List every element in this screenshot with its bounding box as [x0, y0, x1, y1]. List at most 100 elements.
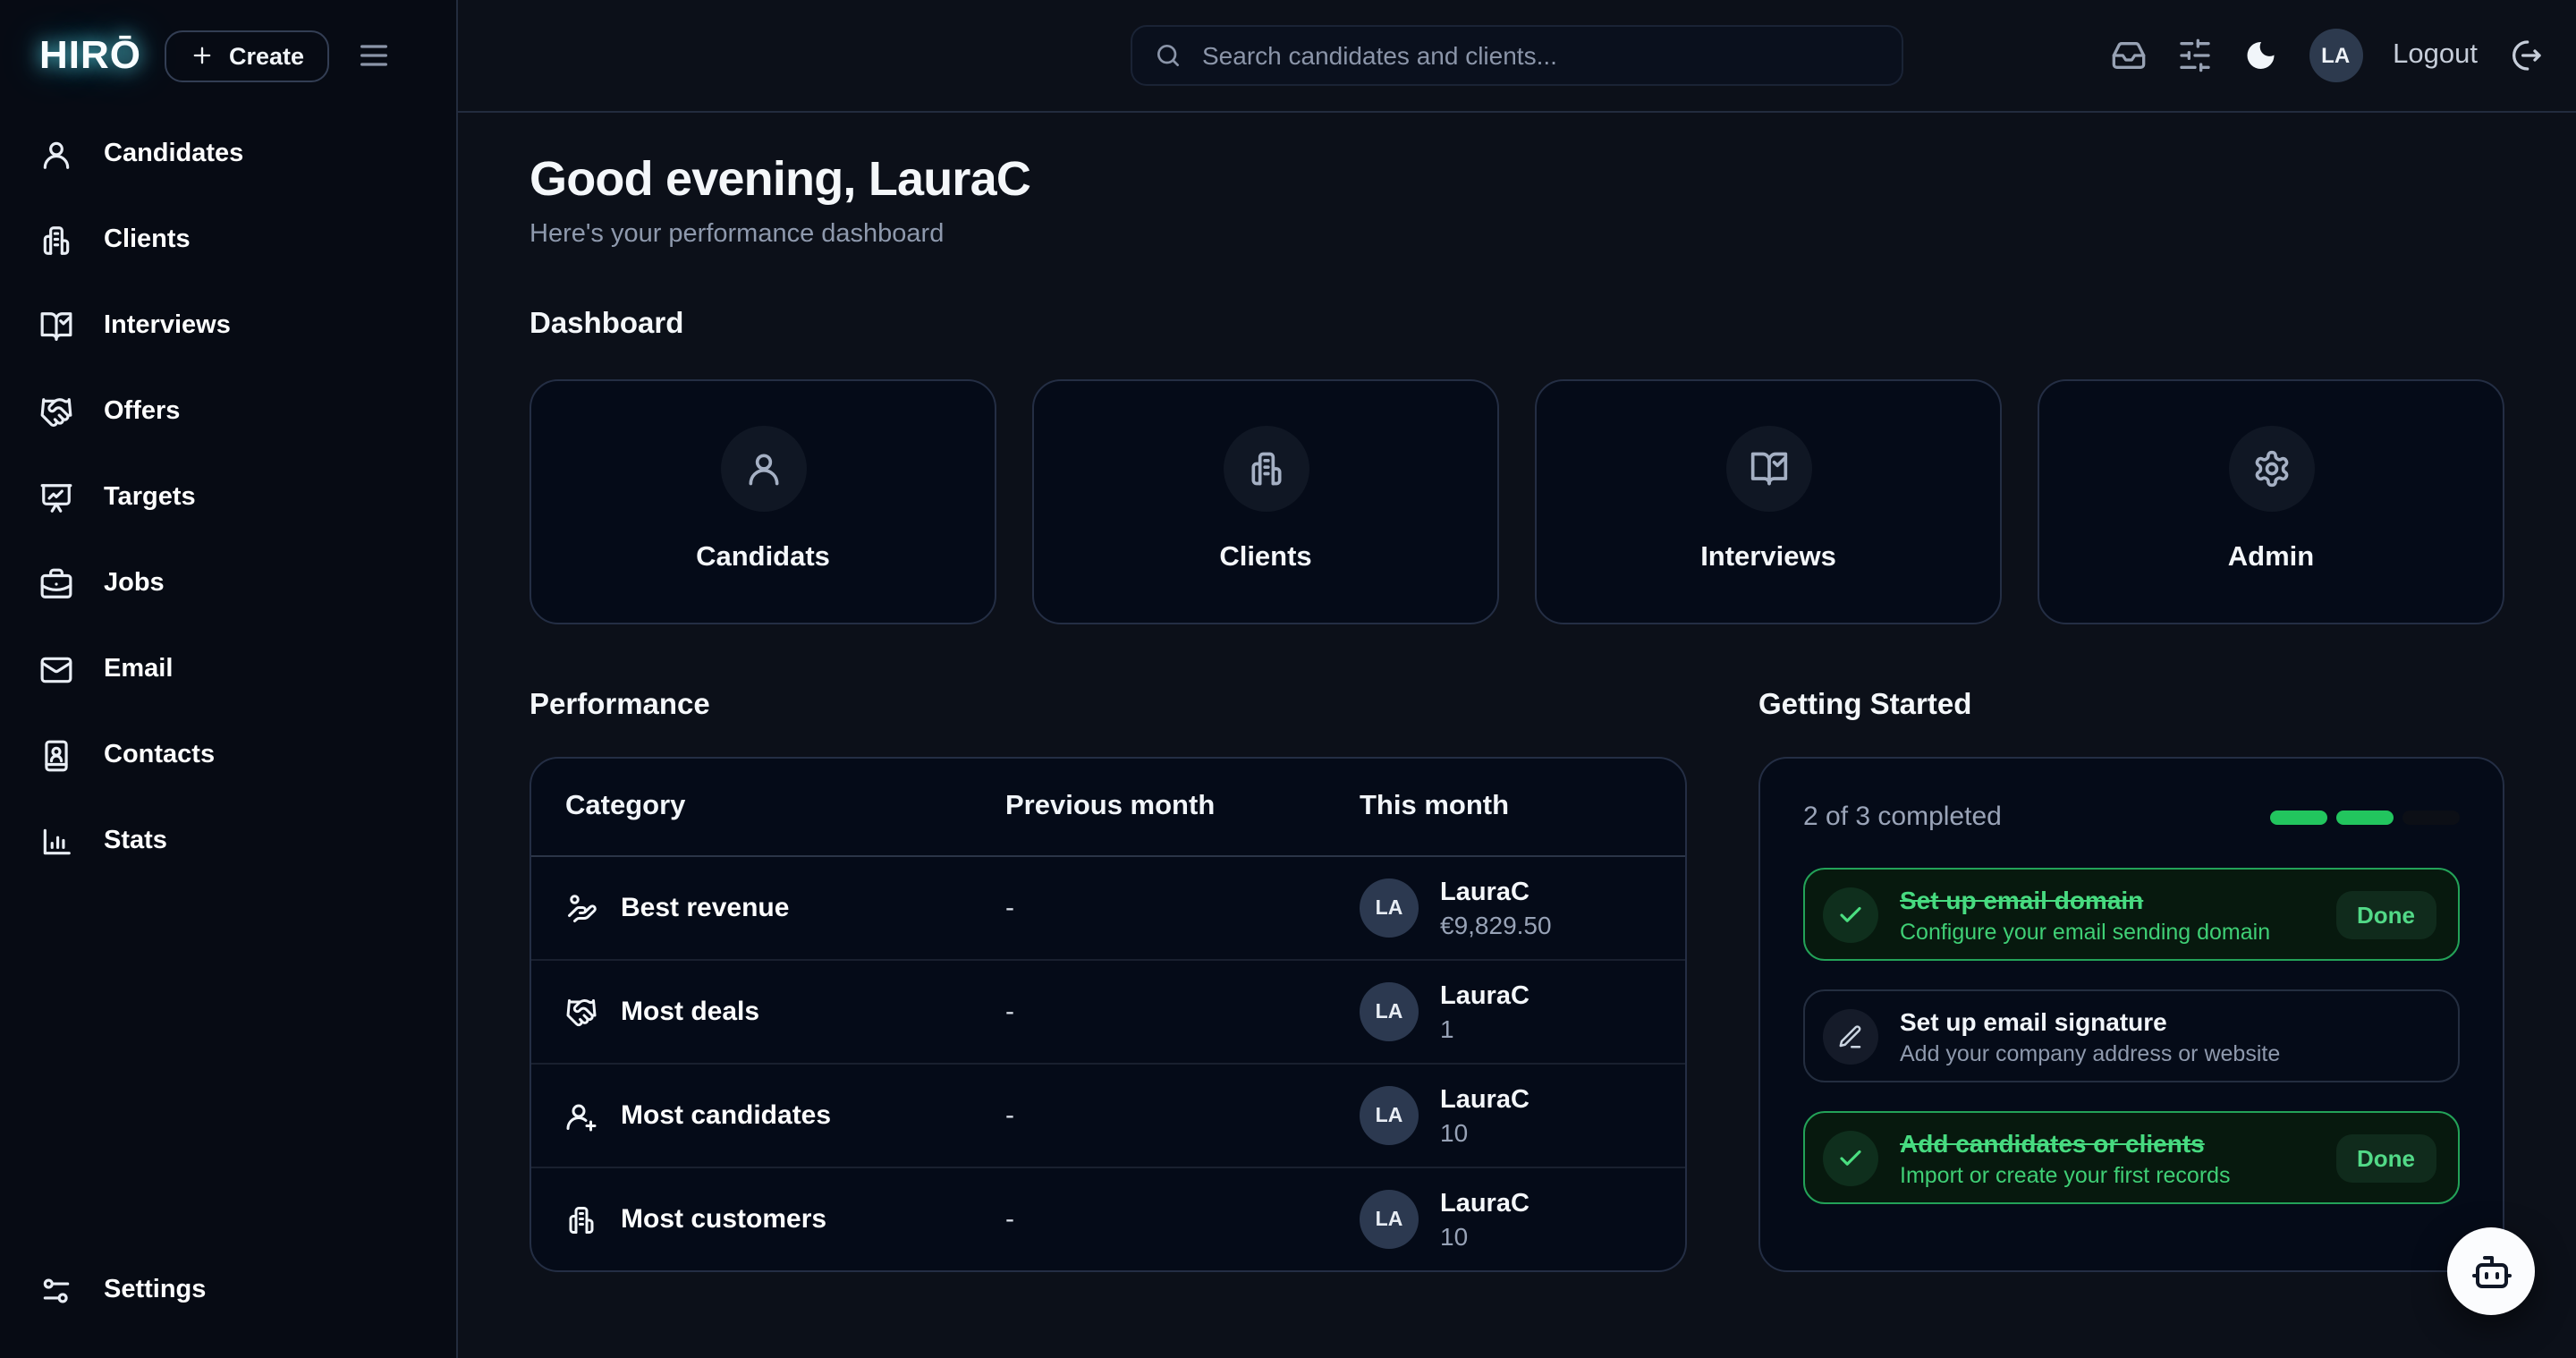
filters-sliders-icon[interactable] [2176, 38, 2212, 73]
sidebar-item-settings[interactable]: Settings [0, 1247, 456, 1333]
category-cell: Most deals [565, 996, 1005, 1028]
assistant-fab-button[interactable] [2447, 1227, 2535, 1315]
bar-chart-icon [39, 824, 73, 858]
search-input[interactable] [1199, 39, 1880, 72]
page-title: Good evening, LauraC [530, 152, 2576, 208]
sidebar-item-targets[interactable]: Targets [0, 454, 456, 540]
handshake-icon [565, 996, 597, 1028]
avatar: LA [1360, 982, 1419, 1041]
dashboard-card-admin[interactable]: Admin [2038, 379, 2504, 624]
progress-label: 2 of 3 completed [1803, 802, 2002, 832]
sidebar-item-stats[interactable]: Stats [0, 798, 456, 884]
this-month-cell: LA LauraC 10 [1360, 1189, 1651, 1250]
sidebar-item-label: Contacts [104, 741, 215, 769]
category-label: Most deals [621, 997, 759, 1027]
building-icon [565, 1203, 597, 1235]
logout-exit-icon[interactable] [2508, 38, 2544, 73]
user-icon [39, 137, 73, 171]
book-check-icon [39, 309, 73, 343]
sidebar-item-label: Targets [104, 483, 196, 512]
this-month-cell: LA LauraC 10 [1360, 1085, 1651, 1146]
winner-name: LauraC [1440, 1085, 1530, 1114]
mail-icon [39, 652, 73, 686]
avatar: LA [1360, 1190, 1419, 1249]
menu-icon[interactable] [356, 38, 392, 73]
sidebar-item-offers[interactable]: Offers [0, 369, 456, 454]
plus-icon [190, 43, 215, 68]
category-cell: Best revenue [565, 892, 1005, 924]
sidebar-item-label: Candidates [104, 140, 243, 168]
dashboard-card-clients[interactable]: Clients [1032, 379, 1499, 624]
sidebar-item-interviews[interactable]: Interviews [0, 283, 456, 369]
checklist-item-email-domain[interactable]: Set up email domain Configure your email… [1803, 868, 2460, 961]
sidebar-item-clients[interactable]: Clients [0, 197, 456, 283]
create-button[interactable]: Create [165, 30, 329, 81]
sidebar-item-label: Offers [104, 397, 180, 426]
checklist-item-subtitle: Add your company address or website [1900, 1040, 2280, 1065]
avatar: LA [1360, 878, 1419, 938]
previous-month-value: - [1005, 893, 1360, 923]
checklist-item-title: Set up email signature [1900, 1006, 2280, 1035]
search-bar[interactable] [1131, 25, 1903, 86]
contact-book-icon [39, 738, 73, 772]
inbox-icon[interactable] [2110, 38, 2146, 73]
building-icon [1246, 449, 1285, 488]
logout-button[interactable]: Logout [2393, 39, 2478, 72]
winner-value: 10 [1440, 1117, 1530, 1146]
avatar[interactable]: LA [2309, 29, 2362, 82]
checklist-item-title: Set up email domain [1900, 885, 2270, 913]
progress-segment [2270, 810, 2327, 824]
app-root: HIRŌ Create Candidates Clients Interview… [0, 0, 2576, 1358]
sidebar-item-candidates[interactable]: Candidates [0, 111, 456, 197]
main-content: Good evening, LauraC Here's your perform… [458, 111, 2576, 1358]
winner-value: €9,829.50 [1440, 910, 1552, 938]
previous-month-value: - [1005, 1204, 1360, 1235]
category-cell: Most customers [565, 1203, 1005, 1235]
performance-table: Category Previous month This month Best … [530, 757, 1687, 1272]
sidebar-item-label: Settings [104, 1276, 206, 1304]
sidebar-nav: Candidates Clients Interviews Offers Tar… [0, 111, 456, 884]
progress-segment [2336, 810, 2394, 824]
sidebar-item-email[interactable]: Email [0, 626, 456, 712]
card-label: Clients [1219, 542, 1311, 574]
user-plus-icon [565, 1099, 597, 1132]
previous-month-value: - [1005, 997, 1360, 1027]
sidebar: HIRŌ Create Candidates Clients Interview… [0, 0, 458, 1358]
sidebar-item-jobs[interactable]: Jobs [0, 540, 456, 626]
dark-mode-moon-icon[interactable] [2242, 38, 2278, 73]
this-month-cell: LA LauraC €9,829.50 [1360, 878, 1651, 938]
card-icon-circle [720, 426, 806, 512]
column-header-category: Category [565, 791, 1005, 823]
dashboard-cards: Candidats Clients Interviews Admin [530, 379, 2576, 624]
dashboard-card-interviews[interactable]: Interviews [1535, 379, 2002, 624]
briefcase-icon [39, 566, 73, 600]
create-button-label: Create [229, 42, 304, 69]
winner-name: LauraC [1440, 878, 1552, 906]
table-row-most-deals: Most deals - LA LauraC 1 [531, 959, 1685, 1063]
winner-name: LauraC [1440, 981, 1530, 1010]
pencil-circle [1823, 1008, 1878, 1064]
gear-icon [2251, 449, 2291, 488]
checklist-item-add-records[interactable]: Add candidates or clients Import or crea… [1803, 1111, 2460, 1204]
checklist-item-email-signature[interactable]: Set up email signature Add your company … [1803, 989, 2460, 1082]
card-icon-circle [1725, 426, 1811, 512]
sidebar-header: HIRŌ Create [0, 0, 456, 111]
sidebar-item-contacts[interactable]: Contacts [0, 712, 456, 798]
column-header-this-month: This month [1360, 791, 1651, 823]
card-icon-circle [1223, 426, 1309, 512]
sidebar-item-label: Email [104, 655, 173, 683]
table-row-most-customers: Most customers - LA LauraC 10 [531, 1167, 1685, 1270]
building-icon [39, 223, 73, 257]
done-badge: Done [2335, 890, 2436, 938]
check-circle [1823, 1130, 1878, 1185]
checklist-item-subtitle: Configure your email sending domain [1900, 919, 2270, 944]
winner-name: LauraC [1440, 1189, 1530, 1218]
topbar: LA Logout [458, 0, 2576, 113]
card-label: Interviews [1700, 542, 1836, 574]
dashboard-card-candidates[interactable]: Candidats [530, 379, 996, 624]
content-row: Performance Category Previous month This… [530, 689, 2576, 1272]
progress-segment [2402, 810, 2460, 824]
search-icon [1154, 41, 1182, 70]
category-label: Most candidates [621, 1100, 831, 1131]
this-month-cell: LA LauraC 1 [1360, 981, 1651, 1042]
